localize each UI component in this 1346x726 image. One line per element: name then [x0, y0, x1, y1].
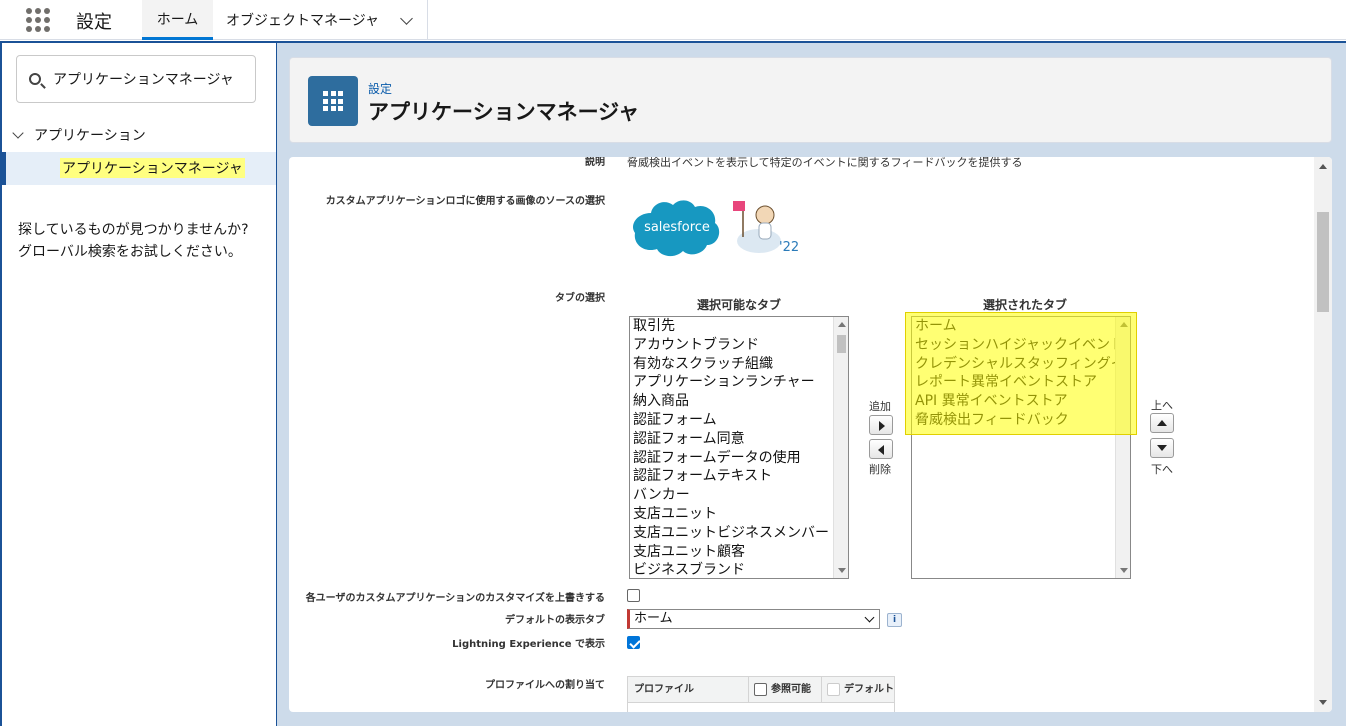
arrow-left-icon: [878, 445, 884, 455]
available-tab-item[interactable]: 取引先: [630, 317, 848, 336]
not-found-line-1: 探しているものが見つかりませんか?: [18, 222, 249, 238]
override-label: 各ユーザのカスタムアプリケーションのカスタマイズを上書きする: [305, 593, 605, 604]
available-tab-item[interactable]: バンカー: [630, 486, 848, 505]
chevron-down-icon[interactable]: [12, 127, 24, 139]
scroll-down-icon[interactable]: [838, 568, 846, 573]
available-tab-item[interactable]: 認証フォーム同意: [630, 430, 848, 449]
override-checkbox[interactable]: [627, 589, 640, 602]
selected-tab-item[interactable]: セッションハイジャックイベントストア: [912, 336, 1130, 355]
description-value: 脅威検出イベントを表示して特定のイベントに関するフィードバックを提供する: [627, 157, 1023, 169]
add-button[interactable]: [869, 415, 893, 435]
profile-column-header: プロファイル: [628, 677, 749, 703]
tree-item-applications-label: アプリケーション: [34, 128, 146, 144]
default-tab-label: デフォルトの表示タブ: [505, 615, 605, 626]
salesforce-logo-icon: salesforce: [632, 200, 720, 257]
global-nav: 設定 ホーム オブジェクトマネージャ: [0, 0, 1346, 40]
tree-item-applications[interactable]: アプリケーション: [12, 125, 146, 145]
app-manager-icon: [308, 76, 358, 126]
astro-mascot-icon: '22: [733, 201, 799, 255]
tab-object-manager[interactable]: オブジェクトマネージャ: [214, 0, 428, 40]
selected-tab-item[interactable]: API 異常イベントストア: [912, 392, 1130, 411]
visible-column-header: 参照可能: [749, 677, 822, 703]
selected-tab-item[interactable]: クレデンシャルスタッフィングイベントス: [912, 355, 1130, 374]
not-found-hint: 探しているものが見つかりませんか? グローバル検索をお試しください。: [18, 219, 249, 263]
default-column-label: デフォルト: [844, 684, 894, 695]
logo-year-text: '22: [779, 240, 799, 255]
main-scrollbar[interactable]: [1314, 157, 1332, 712]
available-tab-item[interactable]: 支店ユニット顧客: [630, 543, 848, 562]
visible-column-label: 参照可能: [771, 684, 811, 695]
add-label: 追加: [869, 400, 891, 413]
default-tab-value: ホーム: [634, 611, 673, 626]
setup-sidebar: アプリケーション アプリケーションマネージャ 探しているものが見つかりませんか?…: [2, 43, 276, 726]
arrow-up-icon: [1157, 420, 1167, 426]
selected-tabs-scrollbar[interactable]: [1115, 317, 1130, 578]
description-label: 説明: [585, 157, 605, 168]
remove-button[interactable]: [869, 439, 893, 459]
down-label: 下へ: [1151, 463, 1173, 476]
quick-find-input[interactable]: [53, 68, 249, 90]
page-header: 設定 アプリケーションマネージャ: [289, 57, 1332, 143]
available-tab-item[interactable]: 認証フォームテキスト: [630, 467, 848, 486]
available-tab-item[interactable]: 支店ユニット: [630, 505, 848, 524]
available-tab-item[interactable]: 支店ユニットビジネスメンバー: [630, 524, 848, 543]
app-launcher-icon[interactable]: [26, 8, 50, 32]
tab-home[interactable]: ホーム: [142, 0, 213, 40]
available-tabs-title: 選択可能なタブ: [697, 298, 782, 312]
tab-object-manager-label: オブジェクトマネージャ: [226, 13, 380, 29]
scroll-up-icon[interactable]: [1319, 164, 1327, 169]
available-tab-item[interactable]: 認証フォーム: [630, 411, 848, 430]
page-title: アプリケーションマネージャ: [368, 100, 640, 124]
available-tab-item[interactable]: 納入商品: [630, 392, 848, 411]
salesforce-logo-text: salesforce: [644, 220, 710, 235]
search-icon: [29, 73, 41, 85]
tabs-label: タブの選択: [555, 293, 605, 304]
available-tab-item[interactable]: アプリケーションランチャー: [630, 373, 848, 392]
scroll-down-icon[interactable]: [1120, 568, 1128, 573]
default-all-checkbox[interactable]: [827, 683, 840, 696]
selected-tab-item[interactable]: ホーム: [912, 317, 1130, 336]
available-tab-item[interactable]: ビジネスブランド: [630, 561, 848, 578]
available-tabs-scrollbar[interactable]: [833, 317, 848, 578]
chevron-down-icon: [864, 612, 875, 623]
breadcrumb[interactable]: 設定: [368, 80, 392, 97]
lightning-label: Lightning Experience で表示: [452, 639, 605, 650]
info-icon[interactable]: i: [887, 613, 902, 627]
selected-tab-item[interactable]: レポート異常イベントストア: [912, 373, 1130, 392]
default-column-header: デフォルト: [822, 677, 894, 703]
chevron-down-icon[interactable]: [400, 12, 413, 25]
edit-app-form: 説明 脅威検出イベントを表示して特定のイベントに関するフィードバックを提供する …: [289, 157, 1332, 712]
selected-tab-item[interactable]: 脅威検出フィードバック: [912, 411, 1130, 430]
arrow-right-icon: [879, 421, 885, 431]
logo-source-label: カスタムアプリケーションロゴに使用する画像のソースの選択: [325, 196, 605, 207]
not-found-line-2: グローバル検索をお試しください。: [18, 244, 242, 260]
tree-item-app-manager[interactable]: アプリケーションマネージャ: [2, 152, 276, 185]
quick-find-box[interactable]: [16, 55, 256, 103]
available-tabs-list[interactable]: 取引先 アカウントブランド 有効なスクラッチ組織 アプリケーションランチャー 納入商品認…: [629, 316, 849, 579]
app-name: 設定: [76, 12, 112, 33]
scroll-up-icon[interactable]: [838, 322, 846, 327]
available-tab-item[interactable]: 有効なスクラッチ組織: [630, 355, 848, 374]
tree-item-app-manager-label: アプリケーションマネージャ: [60, 158, 245, 178]
available-tab-item[interactable]: 認証フォームデータの使用: [630, 449, 848, 468]
arrow-down-icon: [1157, 445, 1167, 451]
lightning-checkbox[interactable]: [627, 636, 640, 649]
up-label: 上へ: [1151, 399, 1173, 412]
scroll-up-icon[interactable]: [1120, 322, 1128, 327]
visible-all-checkbox[interactable]: [754, 683, 767, 696]
default-tab-select[interactable]: ホーム: [627, 609, 880, 629]
move-down-button[interactable]: [1150, 438, 1174, 458]
scroll-down-icon[interactable]: [1319, 700, 1327, 705]
selected-tabs-list[interactable]: ホームセッションハイジャックイベントストアクレデンシャルスタッフィングイベントス…: [911, 316, 1131, 579]
available-tab-item[interactable]: アカウントブランド: [630, 336, 848, 355]
profile-table: プロファイル 参照可能 デフォルト: [627, 676, 895, 712]
selected-tabs-title: 選択されたタブ: [983, 298, 1068, 312]
move-up-button[interactable]: [1150, 413, 1174, 433]
remove-label: 削除: [869, 463, 891, 476]
profile-assignment-label: プロファイルへの割り当て: [485, 680, 605, 691]
